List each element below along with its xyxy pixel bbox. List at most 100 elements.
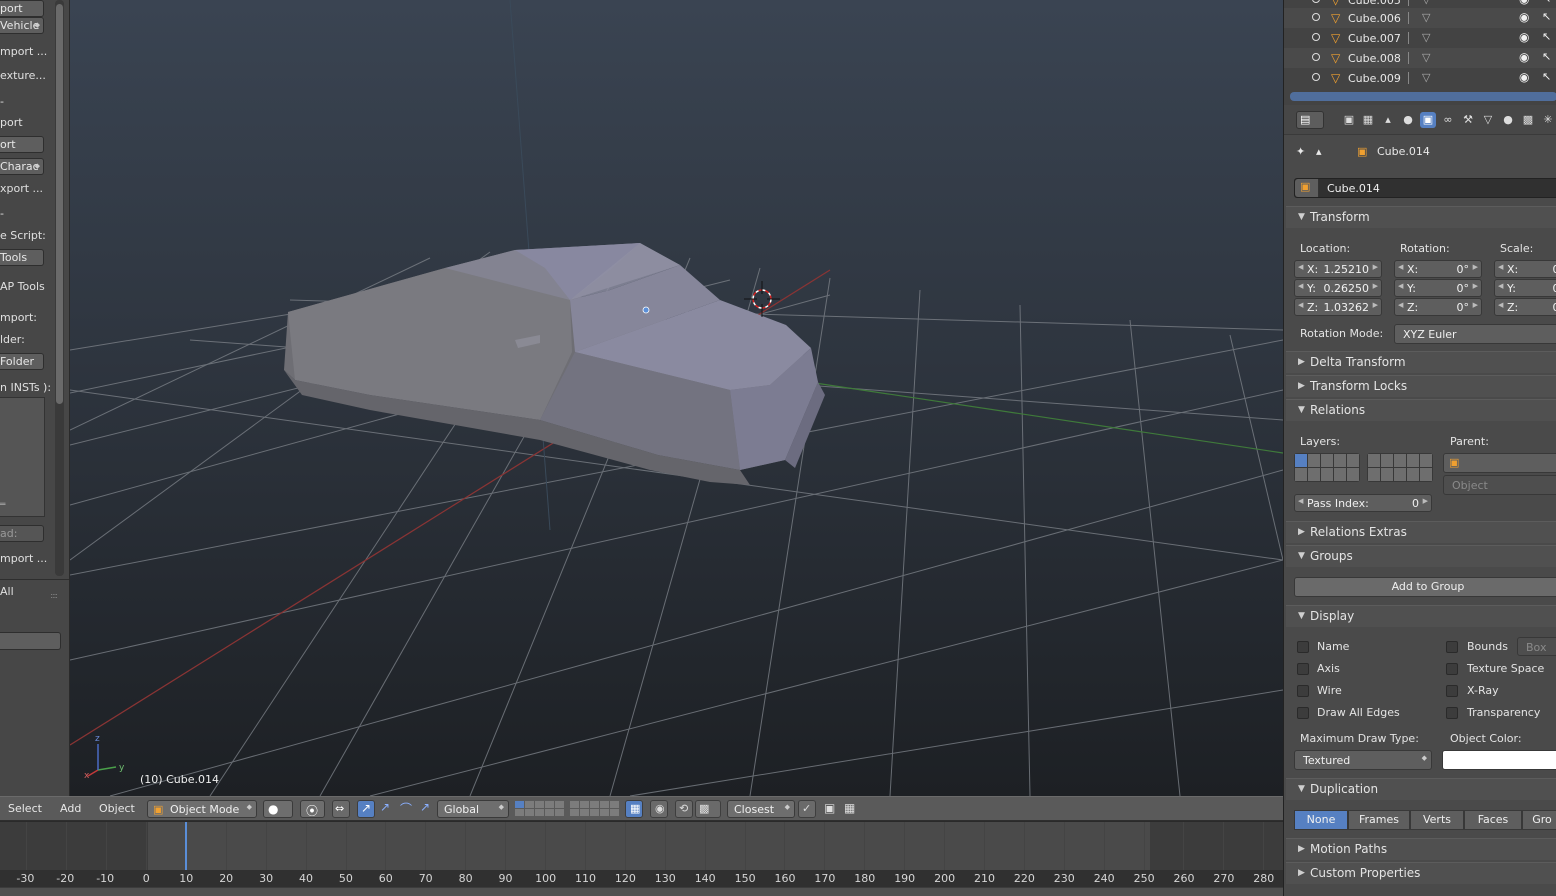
display-checkbox[interactable] [1446,663,1458,675]
tab-modifiers[interactable]: ⚒ [1460,112,1476,128]
tab-scene[interactable]: ▴ [1380,112,1396,128]
display-panel-header[interactable]: ▼ Display [1286,605,1556,627]
object-layers-b[interactable] [1367,453,1433,482]
tab-render[interactable]: ▣ [1341,112,1357,128]
expand-icon[interactable] [1312,0,1320,3]
viewport-shading-button[interactable]: ● [263,800,293,818]
expand-icon[interactable] [1312,33,1320,41]
duplication-option[interactable]: Verts [1410,810,1464,830]
tab-texture[interactable]: ▩ [1520,112,1536,128]
display-checkbox[interactable] [1297,707,1309,719]
custom-properties-panel-header[interactable]: ▶ Custom Properties [1286,862,1556,884]
tab-constraints[interactable]: ∞ [1440,112,1456,128]
outliner-row[interactable]: ▽ Cube.007 ▽ ◉ ↖ [1284,28,1556,48]
tool-shelf-button[interactable]: Folder [0,353,44,370]
snap-toggle[interactable]: ⟲ [675,800,693,818]
manipulator-toggle[interactable]: ⇔ [332,800,350,818]
cursor-icon[interactable]: ↖ [1542,70,1551,83]
tab-material[interactable]: ● [1500,112,1516,128]
location-z-field[interactable]: ◀ Z: 1.03262 ▶ [1294,298,1382,316]
display-checkbox[interactable] [1446,707,1458,719]
render-animation-button[interactable]: ▦ [842,800,860,818]
lock-camera-layers[interactable]: ▦ [625,800,643,818]
outliner-scrollbar[interactable] [1290,92,1556,101]
location-y-field[interactable]: ◀ Y: 0.26250 ▶ [1294,279,1382,297]
tab-render-layers[interactable]: ▦ [1360,112,1376,128]
tool-shelf-button[interactable]: Charac [0,158,44,175]
duplication-option[interactable]: Faces [1464,810,1522,830]
display-checkbox[interactable] [1446,685,1458,697]
transform-panel-header[interactable]: ▼ Transform [1286,206,1556,228]
tab-world[interactable]: ● [1400,112,1416,128]
relations-panel-header[interactable]: ▼ Relations [1286,399,1556,421]
snap-target-selector[interactable]: Closest ◆ [727,800,795,818]
outliner-row[interactable]: ▽ Cube.006 ▽ ◉ ↖ [1284,8,1556,28]
rotation-y-field[interactable]: ◀ Y: 0° ▶ [1394,279,1482,297]
eye-icon[interactable]: ◉ [1519,70,1529,84]
tool-shelf-scrollbar[interactable] [55,0,64,576]
motion-paths-panel-header[interactable]: ▶ Motion Paths [1286,838,1556,860]
tab-particles[interactable]: ✳ [1540,112,1556,128]
tool-shelf-button[interactable]: ad: [0,525,44,542]
outliner-item-name[interactable]: Cube.007 [1348,32,1401,45]
proportional-edit-button[interactable]: ◉ [650,800,668,818]
outliner-item-name[interactable]: Cube.006 [1348,12,1401,25]
object-datablock-icon[interactable]: ▣ [1295,179,1319,197]
scale-z-field[interactable]: ◀Z:0.30▶ [1494,298,1556,316]
parent-field[interactable]: ▣ [1443,453,1556,473]
list-resize-handle[interactable]: ═ [0,500,5,510]
pass-index-field[interactable]: ◀ Pass Index: 0 ▶ [1294,494,1432,512]
pivot-point-button[interactable]: ⦿ [300,800,325,818]
scale-y-field[interactable]: ◀Y:0.30▶ [1494,279,1556,297]
display-checkbox[interactable] [1297,663,1309,675]
3d-viewport[interactable]: x y z (10) Cube.014 [70,0,1283,796]
parent-type-field[interactable]: Object [1443,475,1556,495]
render-button[interactable]: ▣ [822,800,840,818]
rotate-manipulator[interactable]: ↗ [377,800,395,818]
expand-icon[interactable] [1312,13,1320,21]
rotation-x-field[interactable]: ◀ X: 0° ▶ [1394,260,1482,278]
cursor-icon[interactable]: ↖ [1542,0,1551,5]
outliner-item-name[interactable]: Cube.009 [1348,72,1401,85]
eye-icon[interactable]: ◉ [1519,30,1529,44]
scale-x-field[interactable]: ◀X:0.30▶ [1494,260,1556,278]
bounds-type-select[interactable]: Box [1517,637,1556,656]
pin-icon[interactable]: ✦ [1296,145,1305,158]
expand-icon[interactable] [1312,73,1320,81]
mode-selector[interactable]: ▣ Object Mode ◆ [147,800,257,818]
cursor-icon[interactable]: ↖ [1542,50,1551,63]
delta-transform-panel-header[interactable]: ▶ Delta Transform [1286,351,1556,373]
frame-ruler[interactable]: -30 -20 -10 0 10 20 30 40 50 60 70 80 90 100 110 120 130… [0,870,1283,887]
current-frame-cursor[interactable] [184,822,187,870]
duplication-option[interactable]: None [1294,810,1348,830]
rotation-z-field[interactable]: ◀ Z: 0° ▶ [1394,298,1482,316]
outliner-row[interactable]: ▽ Cube.009 ▽ ◉ ↖ [1284,68,1556,88]
rotation-mode-select[interactable]: XYZ Euler [1394,324,1556,344]
select-menu[interactable]: Select [8,802,42,815]
tool-shelf-button[interactable]: Tools [0,249,44,266]
display-checkbox[interactable] [1446,641,1458,653]
orientation-selector[interactable]: Global ◆ [437,800,509,818]
panel-grip-icon[interactable]: :::: [50,591,58,600]
outliner-item-name[interactable]: Cube.005 [1348,0,1401,7]
tool-shelf-dropdown[interactable] [0,632,61,650]
tool-shelf-button[interactable]: Vehicle [0,17,44,34]
cursor-icon[interactable]: ↖ [1542,30,1551,43]
outliner-row[interactable]: ▽ Cube.008 ▽ ◉ ↖ [1284,48,1556,68]
tool-shelf-button[interactable]: port [0,0,44,17]
object-name-field[interactable]: ▣ Cube.014 [1294,178,1556,198]
max-draw-type-select[interactable]: Textured ◆ [1294,750,1432,770]
scene-layers-b[interactable] [570,801,619,817]
relations-extras-panel-header[interactable]: ▶ Relations Extras [1286,521,1556,543]
transform-extra[interactable]: ↗ [417,800,435,818]
snap-element-selector[interactable]: ▩ [695,800,721,818]
location-x-field[interactable]: ◀ X: 1.25210 ▶ [1294,260,1382,278]
editor-type-selector[interactable]: ▤ [1296,111,1324,129]
add-menu[interactable]: Add [60,802,81,815]
display-checkbox[interactable] [1297,685,1309,697]
expand-icon[interactable] [1312,53,1320,61]
translate-manipulator[interactable]: ↗ [357,800,375,818]
scale-manipulator[interactable]: ⌒ [397,800,415,818]
transform-locks-panel-header[interactable]: ▶ Transform Locks [1286,375,1556,397]
groups-panel-header[interactable]: ▼ Groups [1286,545,1556,567]
